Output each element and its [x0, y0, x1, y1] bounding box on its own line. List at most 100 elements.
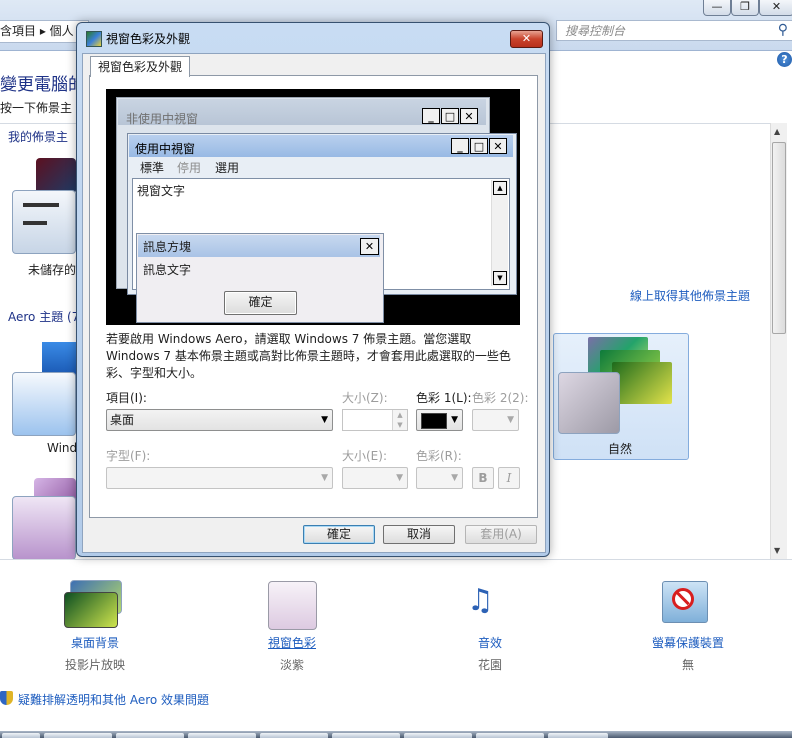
screen-saver-link[interactable]: 螢幕保護裝置 [638, 634, 738, 651]
desktop-background-link[interactable]: 桌面背景 [55, 634, 135, 651]
unsaved-theme-thumbnail[interactable] [12, 190, 76, 254]
preview-menu-normal[interactable]: 標準 [140, 159, 164, 176]
divider [0, 559, 792, 560]
close-button[interactable]: ✕ [759, 0, 792, 16]
window-color-value: 淡紫 [279, 658, 304, 672]
preview-menu-disabled[interactable]: 停用 [177, 159, 201, 176]
chevron-down-icon: ▼ [451, 473, 458, 483]
my-themes-heading: 我的佈景主 [8, 130, 69, 144]
italic-button[interactable]: I [498, 467, 520, 489]
nature-theme-image [612, 362, 672, 404]
search-icon[interactable]: ⚲ [778, 22, 788, 38]
aero-themes-heading: Aero 主題 (7) [8, 310, 85, 324]
scrollbar-thumb[interactable] [772, 142, 786, 334]
preview-active-title: 使用中視窗 [135, 142, 196, 156]
screen-saver-item[interactable]: 螢幕保護裝置 無 [638, 634, 738, 673]
aero-description: 若要啟用 Windows Aero，請選取 Windows 7 佈景主題。當您選… [106, 332, 511, 380]
taskbar-button[interactable] [404, 733, 472, 738]
taskbar-button[interactable] [260, 733, 328, 738]
window-color-item[interactable]: 視窗色彩 淡紫 [252, 634, 332, 673]
preview-inactive-title: 非使用中視窗 [126, 112, 199, 126]
item-select[interactable]: 桌面 ▼ [106, 409, 333, 431]
taskbar-button[interactable] [2, 733, 40, 738]
help-icon[interactable]: ? [777, 52, 792, 67]
chevron-down-icon: ▼ [321, 473, 328, 483]
preview-message-title: 訊息方塊 [143, 240, 192, 254]
window-color-icon[interactable] [268, 581, 317, 630]
instruction-text: 按一下佈景主 [0, 101, 73, 115]
sounds-icon[interactable]: ♫ [467, 583, 494, 618]
preview-minimize-icon: _ [451, 138, 469, 154]
scroll-down-arrow-icon[interactable]: ▼ [774, 546, 780, 555]
color1-label: 色彩 1(L): [416, 391, 472, 405]
preview-scroll-up-icon: ▲ [493, 181, 507, 195]
cancel-button[interactable]: 取消 [383, 525, 455, 544]
color1-swatch [421, 413, 447, 429]
shield-icon [0, 691, 13, 705]
nature-theme-label[interactable]: 自然 [608, 440, 632, 457]
scroll-up-arrow-icon[interactable]: ▲ [774, 127, 780, 136]
preview-maximize-icon: □ [470, 138, 488, 154]
size-stepper[interactable]: ▲ ▼ [342, 409, 408, 431]
bold-button[interactable]: B [472, 467, 494, 489]
taskbar-button[interactable] [548, 733, 608, 738]
stepper-down-icon[interactable]: ▼ [392, 420, 407, 430]
item-select-value: 桌面 [110, 413, 135, 427]
font-size-select[interactable]: ▼ [342, 467, 408, 489]
nature-theme-thumbnail[interactable] [558, 372, 620, 434]
taskbar-button[interactable] [332, 733, 400, 738]
color2-picker[interactable]: ▼ [472, 409, 519, 431]
maximize-button[interactable]: ❐ [731, 0, 759, 16]
item-label: 項目(I): [106, 391, 147, 405]
preview-scroll-down-icon: ▼ [493, 271, 507, 285]
appearance-icon [86, 31, 102, 47]
preview-window-text: 視窗文字 [137, 184, 186, 198]
ok-button[interactable]: 確定 [303, 525, 375, 544]
sounds-link[interactable]: 音效 [450, 634, 530, 651]
sounds-item[interactable]: 音效 花園 [450, 634, 530, 673]
chevron-down-icon: ▼ [396, 473, 403, 483]
minimize-button[interactable]: — [703, 0, 731, 16]
taskbar-button[interactable] [476, 733, 544, 738]
font-color-picker[interactable]: ▼ [416, 467, 463, 489]
apply-button[interactable]: 套用(A) [465, 525, 537, 544]
preview-message-ok-button[interactable]: 確定 [224, 291, 297, 315]
troubleshoot-link[interactable]: 疑難排解透明和其他 Aero 效果問題 [18, 691, 209, 708]
preview-close-icon: ✕ [489, 138, 507, 154]
desktop-background-icon[interactable] [64, 592, 118, 628]
size-label: 大小(Z): [342, 391, 388, 405]
preview-minimize-icon: _ [422, 108, 440, 124]
preview-close-icon: ✕ [460, 108, 478, 124]
windows-theme-thumbnail[interactable] [12, 372, 76, 436]
preview-menu-selected[interactable]: 選用 [215, 159, 239, 176]
font-select[interactable]: ▼ [106, 467, 333, 489]
purple-theme-thumbnail[interactable] [12, 496, 76, 560]
sounds-value: 花園 [477, 658, 502, 672]
font-size-label: 大小(E): [342, 449, 387, 463]
taskbar-button[interactable] [116, 733, 184, 738]
windows-theme-label[interactable]: Wind [47, 441, 77, 455]
chevron-down-icon: ▼ [321, 415, 328, 425]
theme-stack-image [36, 158, 76, 194]
window-color-link[interactable]: 視窗色彩 [252, 634, 332, 651]
screen-saver-value: 無 [681, 658, 694, 672]
chevron-down-icon: ▼ [451, 415, 458, 425]
taskbar-button[interactable] [188, 733, 256, 738]
desktop-background-item[interactable]: 桌面背景 投影片放映 [55, 634, 135, 673]
dialog-title: 視窗色彩及外觀 [106, 32, 191, 46]
font-color-label: 色彩(R): [416, 449, 462, 463]
taskbar-button[interactable] [44, 733, 112, 738]
stepper-up-icon[interactable]: ▲ [392, 410, 407, 420]
get-more-themes-link[interactable]: 線上取得其他佈景主題 [630, 287, 750, 304]
font-label: 字型(F): [106, 449, 151, 463]
preview-message-close-icon: ✕ [360, 238, 379, 255]
desktop-background-value: 投影片放映 [64, 658, 125, 672]
unsaved-theme-label[interactable]: 未儲存的 [28, 261, 76, 278]
tab-window-color-appearance[interactable]: 視窗色彩及外觀 [90, 56, 190, 77]
preview-maximize-icon: □ [441, 108, 459, 124]
color2-label: 色彩 2(2): [472, 391, 529, 405]
search-input[interactable]: 搜尋控制台 [556, 20, 792, 41]
preview-message-text: 訊息文字 [143, 263, 192, 277]
chevron-down-icon: ▼ [507, 415, 514, 425]
dialog-close-button[interactable]: ✕ [510, 30, 543, 48]
